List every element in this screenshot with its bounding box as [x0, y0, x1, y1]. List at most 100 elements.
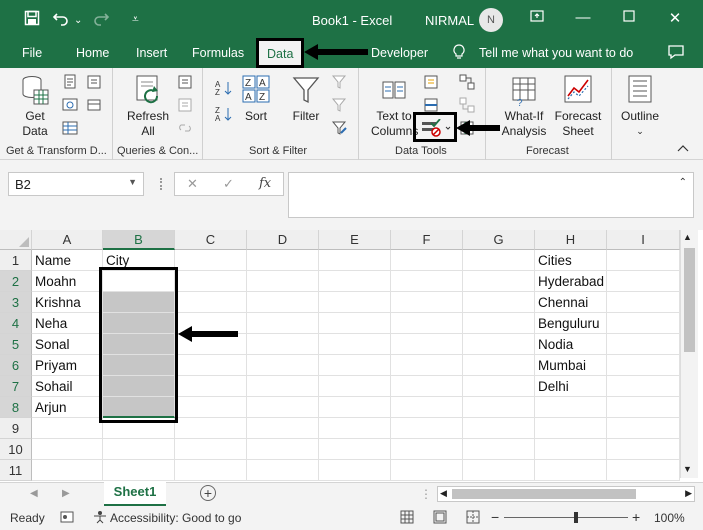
properties-icon[interactable] [177, 97, 193, 113]
cell-c7[interactable] [175, 376, 247, 397]
cell-i7[interactable] [607, 376, 680, 397]
cell-e9[interactable] [319, 418, 391, 439]
row-header-6[interactable]: 6 [0, 355, 32, 376]
tab-developer[interactable]: Developer [371, 46, 428, 60]
zoom-slider[interactable] [504, 512, 628, 523]
cancel-entry-icon[interactable]: ✕ [187, 176, 198, 192]
column-header-b[interactable]: B [103, 230, 175, 250]
cell-a2[interactable]: Moahn [32, 271, 103, 292]
remove-duplicates-icon[interactable] [423, 97, 439, 113]
column-header-g[interactable]: G [463, 230, 535, 250]
cell-e10[interactable] [319, 439, 391, 460]
cell-f3[interactable] [391, 292, 463, 313]
close-icon[interactable]: ✕ [663, 9, 687, 27]
tab-splitter[interactable]: ⋮ [420, 487, 432, 501]
tab-insert[interactable]: Insert [136, 46, 167, 60]
page-layout-view-icon[interactable] [433, 510, 447, 527]
cell-d11[interactable] [247, 460, 319, 481]
what-if-analysis-button[interactable]: ? What-If Analysis [500, 74, 548, 139]
scroll-down-icon[interactable]: ▼ [683, 464, 692, 474]
sort-za-icon[interactable]: ZA [215, 106, 232, 123]
cell-a9[interactable] [32, 418, 103, 439]
consolidate-icon[interactable] [459, 74, 475, 90]
cell-c11[interactable] [175, 460, 247, 481]
cell-f2[interactable] [391, 271, 463, 292]
cell-h2[interactable]: Hyderabad [535, 271, 607, 292]
cell-d7[interactable] [247, 376, 319, 397]
cell-g5[interactable] [463, 334, 535, 355]
cell-e3[interactable] [319, 292, 391, 313]
cell-g2[interactable] [463, 271, 535, 292]
cell-f7[interactable] [391, 376, 463, 397]
row-header-10[interactable]: 10 [0, 439, 32, 460]
cell-h3[interactable]: Chennai [535, 292, 607, 313]
filter-button[interactable]: Filter [289, 74, 323, 124]
outline-button[interactable]: Outline ⌄ [616, 74, 664, 139]
horizontal-scrollbar[interactable]: ◀ ▶ [437, 486, 695, 502]
enter-entry-icon[interactable]: ✓ [223, 176, 234, 192]
cell-e6[interactable] [319, 355, 391, 376]
cell-h11[interactable] [535, 460, 607, 481]
scroll-right-icon[interactable]: ▶ [685, 488, 692, 499]
cell-e1[interactable] [319, 250, 391, 271]
cell-i11[interactable] [607, 460, 680, 481]
sort-az-icon[interactable]: AZ [215, 80, 232, 97]
cell-i10[interactable] [607, 439, 680, 460]
cell-e11[interactable] [319, 460, 391, 481]
column-header-f[interactable]: F [391, 230, 463, 250]
cell-g7[interactable] [463, 376, 535, 397]
cell-h8[interactable] [535, 397, 607, 418]
recent-sources-icon[interactable] [86, 74, 102, 90]
cell-f11[interactable] [391, 460, 463, 481]
cell-e5[interactable] [319, 334, 391, 355]
normal-view-icon[interactable] [400, 510, 414, 527]
cell-d3[interactable] [247, 292, 319, 313]
cell-d6[interactable] [247, 355, 319, 376]
cell-f8[interactable] [391, 397, 463, 418]
cell-i2[interactable] [607, 271, 680, 292]
column-header-a[interactable]: A [32, 230, 103, 250]
cell-b11[interactable] [103, 460, 175, 481]
macro-recording-icon[interactable] [60, 510, 74, 527]
redo-icon[interactable] [92, 10, 110, 31]
cell-h6[interactable]: Mumbai [535, 355, 607, 376]
zoom-in-button[interactable]: + [632, 509, 640, 525]
scroll-up-icon[interactable]: ▲ [683, 232, 692, 242]
existing-connections-icon[interactable] [86, 97, 102, 113]
accessibility-icon[interactable] [92, 510, 108, 527]
cell-c1[interactable] [175, 250, 247, 271]
queries-connections-icon[interactable] [177, 74, 193, 90]
cell-f10[interactable] [391, 439, 463, 460]
sort-button[interactable]: ZAAZ Sort [239, 74, 273, 124]
row-header-1[interactable]: 1 [0, 250, 32, 271]
row-header-5[interactable]: 5 [0, 334, 32, 355]
cell-c10[interactable] [175, 439, 247, 460]
add-sheet-button[interactable]: + [200, 485, 216, 501]
cell-c2[interactable] [175, 271, 247, 292]
cell-a10[interactable] [32, 439, 103, 460]
cell-g9[interactable] [463, 418, 535, 439]
tab-file[interactable]: File [22, 46, 42, 60]
cell-g10[interactable] [463, 439, 535, 460]
zoom-slider-thumb[interactable] [574, 512, 578, 523]
tab-home[interactable]: Home [76, 46, 109, 60]
name-box[interactable]: B2 ▼ [8, 172, 144, 196]
row-header-3[interactable]: 3 [0, 292, 32, 313]
cell-g1[interactable] [463, 250, 535, 271]
worksheet-grid[interactable]: ABCDEFGHI 1 Name City Cities 2 Moahn Hyderabad… [0, 230, 703, 482]
cell-f4[interactable] [391, 313, 463, 334]
cell-a8[interactable]: Arjun [32, 397, 103, 418]
zoom-level[interactable]: 100% [654, 511, 685, 525]
scroll-left-icon[interactable]: ◀ [440, 488, 447, 499]
cell-f9[interactable] [391, 418, 463, 439]
cell-b10[interactable] [103, 439, 175, 460]
text-to-columns-button[interactable]: Text to Columns [371, 74, 418, 139]
cell-g3[interactable] [463, 292, 535, 313]
cell-f6[interactable] [391, 355, 463, 376]
forecast-sheet-button[interactable]: Forecast Sheet [554, 74, 602, 139]
from-table-icon[interactable] [62, 120, 78, 136]
maximize-icon[interactable] [617, 9, 641, 26]
page-break-view-icon[interactable] [466, 510, 480, 527]
cell-g8[interactable] [463, 397, 535, 418]
sheet-tab-sheet1[interactable]: Sheet1 [104, 482, 166, 506]
